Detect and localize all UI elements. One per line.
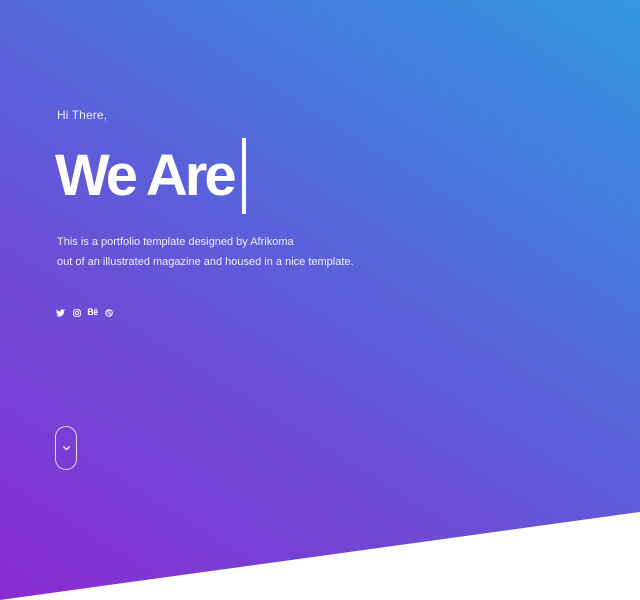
typing-cursor: [241, 138, 246, 214]
twitter-link[interactable]: [56, 307, 65, 318]
hero-description-line: This is a portfolio template designed by…: [57, 236, 294, 248]
social-links: Bē: [56, 307, 113, 318]
instagram-link[interactable]: [72, 307, 81, 318]
hero-headline-text: We Are: [55, 143, 237, 208]
instagram-icon: [72, 308, 81, 317]
dribbble-link[interactable]: [104, 307, 113, 318]
behance-icon: Bē: [87, 307, 98, 317]
twitter-icon: [56, 308, 65, 317]
dribbble-icon: [104, 308, 113, 317]
behance-link[interactable]: Bē: [87, 307, 98, 318]
hero-greeting: Hi There,: [57, 108, 108, 122]
hero-description-line: out of an illustrated magazine and house…: [57, 256, 354, 268]
chevron-down-icon: [62, 445, 70, 450]
hero-description: This is a portfolio template designed by…: [57, 232, 354, 272]
scroll-down-button[interactable]: [55, 426, 77, 470]
hero-section: Hi There, We Are This is a portfolio tem…: [0, 0, 640, 600]
hero-headline: We Are: [55, 136, 246, 216]
